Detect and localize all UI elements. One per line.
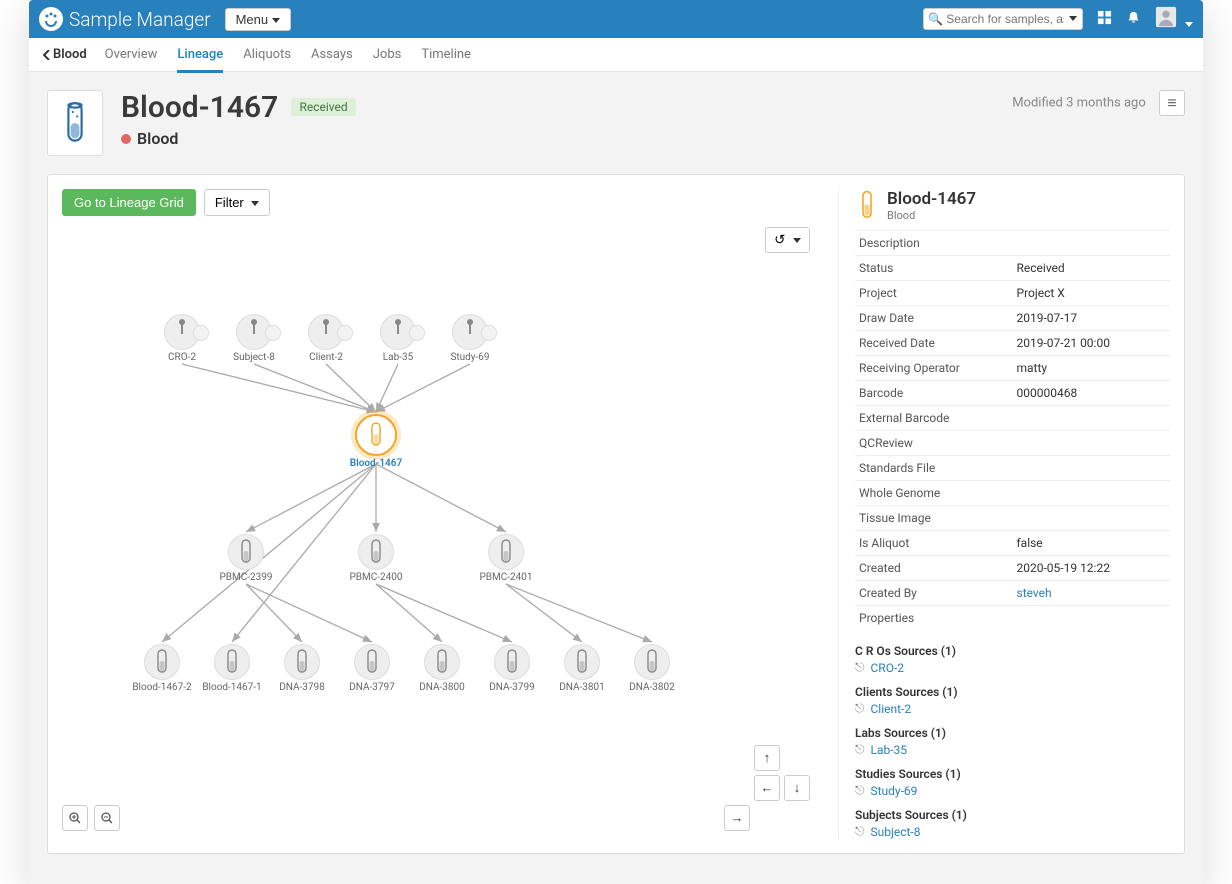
user-avatar-icon[interactable] <box>1155 6 1193 32</box>
properties-table: DescriptionStatusReceivedProjectProject … <box>855 230 1170 630</box>
graph-node[interactable]: Client-2 <box>290 314 362 363</box>
tab-assays[interactable]: Assays <box>311 39 353 70</box>
menu-button[interactable]: Menu <box>225 8 292 31</box>
property-row: QCReview <box>855 431 1170 456</box>
property-row: Created Bysteveh <box>855 581 1170 606</box>
property-row: Draw Date2019-07-17 <box>855 306 1170 331</box>
filter-button[interactable]: Filter <box>204 189 271 216</box>
search-icon: 🔍 <box>928 12 943 26</box>
source-link-icon: ⎋ <box>855 660 865 675</box>
header-menu-button[interactable]: ≡ <box>1159 90 1185 116</box>
detail-tube-icon <box>855 190 879 222</box>
tab-jobs[interactable]: Jobs <box>373 39 402 70</box>
graph-node[interactable]: DNA-3797 <box>336 644 408 693</box>
graph-node[interactable]: DNA-3802 <box>616 644 688 693</box>
detail-title: Blood-1467 <box>887 189 976 209</box>
graph-node[interactable]: Lab-35 <box>362 314 434 363</box>
search-input[interactable] <box>923 8 1083 30</box>
modified-label: Modified 3 months ago <box>1012 95 1146 110</box>
source-link[interactable]: ⎋Lab-35 <box>855 742 1170 757</box>
property-row: Receiving Operatormatty <box>855 356 1170 381</box>
source-link-icon: ⎋ <box>855 824 865 839</box>
graph-node[interactable]: Blood-1467-2 <box>126 644 198 693</box>
property-row: Barcode000000468 <box>855 381 1170 406</box>
tab-lineage[interactable]: Lineage <box>177 39 223 73</box>
source-link[interactable]: ⎋Client-2 <box>855 701 1170 716</box>
source-link[interactable]: ⎋Study-69 <box>855 783 1170 798</box>
app-logo-icon <box>39 7 63 31</box>
graph-node[interactable]: Blood-1467-1 <box>196 644 268 693</box>
pan-right-button[interactable]: → <box>724 805 750 831</box>
graph-node[interactable]: Study-69 <box>434 314 506 363</box>
graph-node[interactable]: PBMC-2399 <box>210 534 282 583</box>
page-body: Blood-1467 Received Blood Modified 3 mon… <box>29 72 1203 884</box>
property-row: Properties <box>855 606 1170 631</box>
graph-node[interactable]: DNA-3799 <box>476 644 548 693</box>
tab-bar: Blood Overview Lineage Aliquots Assays Jobs T… <box>29 38 1203 72</box>
graph-node[interactable]: PBMC-2401 <box>470 534 542 583</box>
app-shell: Sample Manager Menu 🔍 Blood Overvie <box>29 0 1203 884</box>
topbar: Sample Manager Menu 🔍 <box>29 0 1203 38</box>
created-by-link[interactable]: steveh <box>1017 586 1052 600</box>
source-block: Clients Sources (1)⎋Client-2 <box>855 685 1170 716</box>
sample-thumb-icon <box>47 90 103 156</box>
brand-title: Sample Manager <box>69 8 211 31</box>
property-row: Is Aliquotfalse <box>855 531 1170 556</box>
source-link-icon: ⎋ <box>855 742 865 757</box>
property-row: Whole Genome <box>855 481 1170 506</box>
source-link-icon: ⎋ <box>855 783 865 798</box>
source-block: C R Os Sources (1)⎋CRO-2 <box>855 644 1170 675</box>
tab-timeline[interactable]: Timeline <box>421 39 471 70</box>
source-block: Labs Sources (1)⎋Lab-35 <box>855 726 1170 757</box>
reset-graph-button[interactable]: ↺ <box>765 227 810 253</box>
detail-subtitle: Blood <box>887 209 976 222</box>
notification-bell-icon[interactable] <box>1126 10 1141 29</box>
graph-node[interactable]: Blood-1467 <box>340 414 412 469</box>
page-title: Blood-1467 <box>121 90 278 125</box>
property-row: Received Date2019-07-21 00:00 <box>855 331 1170 356</box>
property-row: ProjectProject X <box>855 281 1170 306</box>
pan-up-button[interactable]: ↑ <box>754 745 780 771</box>
graph-node[interactable]: DNA-3798 <box>266 644 338 693</box>
pan-down-button[interactable]: ↓ <box>784 775 810 801</box>
zoom-in-button[interactable] <box>62 805 88 831</box>
property-row: Description <box>855 231 1170 256</box>
back-button[interactable]: Blood <box>43 47 87 62</box>
page-header: Blood-1467 Received Blood Modified 3 mon… <box>47 90 1185 156</box>
property-row: Tissue Image <box>855 506 1170 531</box>
search-wrap: 🔍 <box>923 8 1083 30</box>
type-dot-icon <box>121 134 131 144</box>
source-block: Subjects Sources (1)⎋Subject-8 <box>855 808 1170 839</box>
graph-node[interactable]: PBMC-2400 <box>340 534 412 583</box>
pan-left-button[interactable]: ← <box>754 775 780 801</box>
source-link[interactable]: ⎋CRO-2 <box>855 660 1170 675</box>
zoom-out-button[interactable] <box>94 805 120 831</box>
property-row: External Barcode <box>855 406 1170 431</box>
tab-aliquots[interactable]: Aliquots <box>243 39 291 70</box>
search-dropdown-caret[interactable] <box>1069 16 1077 21</box>
source-link[interactable]: ⎋Subject-8 <box>855 824 1170 839</box>
status-badge: Received <box>291 98 355 116</box>
graph-node[interactable]: DNA-3800 <box>406 644 478 693</box>
go-to-lineage-grid-button[interactable]: Go to Lineage Grid <box>62 189 196 216</box>
graph-node[interactable]: Subject-8 <box>218 314 290 363</box>
graph-node[interactable]: DNA-3801 <box>546 644 618 693</box>
source-link-icon: ⎋ <box>855 701 865 716</box>
type-label: Blood <box>137 129 178 148</box>
detail-panel: Blood-1467 Blood DescriptionStatusReceiv… <box>838 189 1170 839</box>
graph-node[interactable]: CRO-2 <box>146 314 218 363</box>
property-row: StatusReceived <box>855 256 1170 281</box>
source-block: Studies Sources (1)⎋Study-69 <box>855 767 1170 798</box>
tab-overview[interactable]: Overview <box>105 39 158 70</box>
property-row: Created2020-05-19 12:22 <box>855 556 1170 581</box>
property-row: Standards File <box>855 456 1170 481</box>
grid-icon[interactable] <box>1097 10 1112 29</box>
